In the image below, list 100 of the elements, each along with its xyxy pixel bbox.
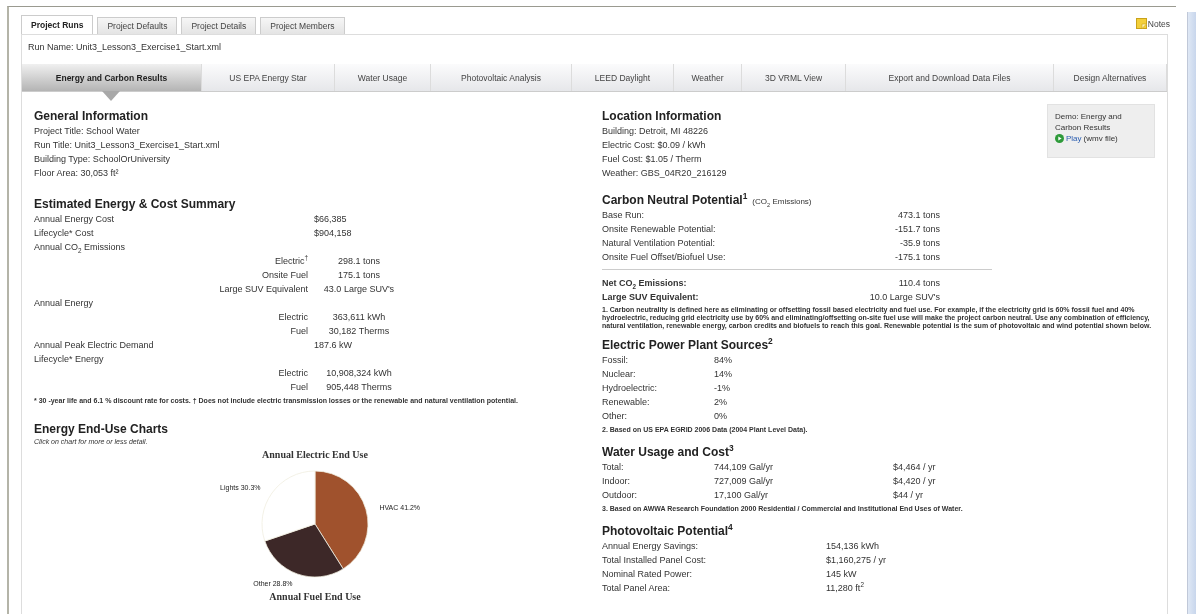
row-label: Onsite Renewable Potential: — [602, 223, 717, 236]
row-value: 187.6 kW — [314, 339, 354, 352]
note-icon — [1135, 18, 1147, 29]
row-value: -175.1 tons — [893, 251, 940, 264]
row-value: 298.1 tons — [336, 255, 381, 268]
row-value: 727,009 Gal/yr — [714, 475, 775, 488]
project-tab[interactable]: Project Details — [181, 17, 257, 34]
row-value: 905,448 Therms — [325, 381, 393, 394]
row-label: Total: — [602, 461, 625, 474]
row-value: 110.4 tons — [897, 277, 940, 290]
row-value: 0% — [714, 410, 728, 423]
row-label: Natural Ventilation Potential: — [602, 237, 717, 250]
notes-link[interactable]: Notes — [1135, 18, 1170, 29]
run-name: Run Name: Unit3_Lesson3_Exercise1_Start.xml — [27, 41, 223, 54]
row-value: 744,109 Gal/yr — [714, 461, 775, 474]
section-heading: Energy End-Use Charts — [34, 421, 170, 437]
row-value: -1% — [714, 382, 731, 395]
row-label: Onsite Fuel — [260, 269, 309, 282]
section-heading: Estimated Energy & Cost Summary — [34, 196, 237, 212]
selection-pointer — [102, 91, 120, 101]
info-line: Electric Cost: $0.09 / kWh — [602, 139, 707, 152]
row-value: 84% — [714, 354, 733, 367]
group-label: Annual CO$_{2}$ Emissions — [34, 241, 127, 254]
result-tab[interactable]: 3D VRML View — [742, 64, 846, 91]
row-label: Annual Peak Electric Demand — [34, 339, 155, 352]
row-value: $4,464 / yr — [893, 461, 937, 474]
info-line: Floor Area: 30,053 ft² — [34, 167, 120, 180]
row-label: Other: — [602, 410, 628, 423]
row-label: Fuel — [289, 325, 309, 338]
result-tab[interactable]: Design Alternatives — [1054, 64, 1167, 91]
project-tab[interactable]: Project Runs — [21, 15, 94, 34]
row-value: 175.1 tons — [336, 269, 381, 282]
group-label: Annual Energy — [34, 297, 95, 310]
row-label: Outdoor: — [602, 489, 639, 502]
pie-slice[interactable] — [314, 470, 369, 570]
row-value: 10,908,324 kWh — [325, 367, 393, 380]
row-label: Nuclear: — [602, 368, 637, 381]
row-value: $44 / yr — [893, 489, 924, 502]
result-tab[interactable]: Water Usage — [335, 64, 431, 91]
section-heading: Location Information — [602, 108, 723, 124]
heading-note: (CO$_{2}$ Emissions) — [752, 197, 812, 206]
result-tab[interactable]: Export and Download Data Files — [846, 64, 1054, 91]
row-label: Electric — [277, 367, 309, 380]
row-value: $4,420 / yr — [893, 475, 937, 488]
info-line: Fuel Cost: $1.05 / Therm — [602, 153, 703, 166]
row-label: Base Run: — [602, 209, 646, 222]
row-value: 10.0 Large SUV's — [868, 291, 940, 304]
row-label: Lifecycle* Cost — [34, 227, 95, 240]
project-tab[interactable]: Project Members — [260, 17, 345, 34]
row-value: 145 kW — [826, 568, 858, 581]
row-value: -151.7 tons — [893, 223, 940, 236]
row-value: $66,385 — [314, 213, 348, 226]
row-value: 30,182 Therms — [327, 325, 391, 338]
section-heading: Carbon Neutral Potential$^{1}$ — [602, 192, 748, 208]
row-value: 14% — [714, 368, 733, 381]
row-value: 473.1 tons — [896, 209, 940, 222]
section-heading: Photovoltaic Potential$^{4}$ — [602, 523, 734, 539]
chart-title: Annual Electric End Use — [262, 449, 368, 460]
row-label: Total Installed Panel Cost: — [602, 554, 708, 567]
chart-title: Annual Fuel End Use — [269, 591, 361, 603]
info-line: Project Title: School Water — [34, 125, 141, 138]
file-note: (wmv file) — [1083, 133, 1118, 144]
scrollbar[interactable] — [1187, 12, 1196, 614]
section-heading: Electric Power Plant Sources$^{2}$ — [602, 337, 774, 353]
row-label: Large SUV Equivalent — [218, 283, 309, 296]
result-tab[interactable]: US EPA Energy Star — [202, 64, 335, 91]
row-value: 2% — [714, 396, 728, 409]
row-value: -35.9 tons — [898, 237, 940, 250]
row-value: 11,280 ft$^{2}$ — [826, 581, 865, 595]
play-link[interactable]: Play — [1066, 133, 1082, 144]
row-label: Fossil: — [602, 354, 629, 367]
result-tab[interactable]: LEED Daylight — [572, 64, 674, 91]
row-value: 17,100 Gal/yr — [714, 489, 770, 502]
row-label: Indoor: — [602, 475, 632, 488]
row-label: Total Panel Area: — [602, 582, 672, 595]
play-icon[interactable] — [1055, 134, 1064, 143]
row-label: Hydroelectric: — [602, 382, 658, 395]
row-label: Fuel — [289, 381, 309, 394]
result-tab[interactable]: Photovoltaic Analysis — [431, 64, 572, 91]
row-label: Renewable: — [602, 396, 651, 409]
row-label: Nominal Rated Power: — [602, 568, 694, 581]
row-value: 154,136 kWh — [826, 540, 881, 553]
row-value: 43.0 Large SUV's — [322, 283, 396, 296]
section-heading: General Information — [34, 108, 150, 124]
pie-slice[interactable] — [264, 523, 344, 578]
row-value: $1,160,275 / yr — [826, 554, 888, 567]
group-label: Lifecycle* Energy — [34, 353, 105, 366]
row-label: Electric — [277, 311, 309, 324]
row-label: Annual Energy Savings: — [602, 540, 700, 553]
result-tab[interactable]: Energy and Carbon Results — [22, 64, 202, 91]
info-line: Building: Detroit, MI 48226 — [602, 125, 710, 138]
result-tab[interactable]: Weather — [674, 64, 742, 91]
row-label: Net CO$_{2}$ Emissions: — [602, 277, 688, 290]
info-line: Building Type: SchoolOrUniversity — [34, 153, 171, 166]
row-label: Large SUV Equivalent: — [602, 291, 700, 304]
row-label: Onsite Fuel Offset/Biofuel Use: — [602, 251, 727, 264]
pie-slice[interactable] — [261, 470, 316, 542]
row-value: 363,611 kWh — [331, 311, 387, 324]
demo-title: Demo: Energy and Carbon Results — [1055, 111, 1123, 133]
project-tab[interactable]: Project Defaults — [97, 17, 178, 34]
